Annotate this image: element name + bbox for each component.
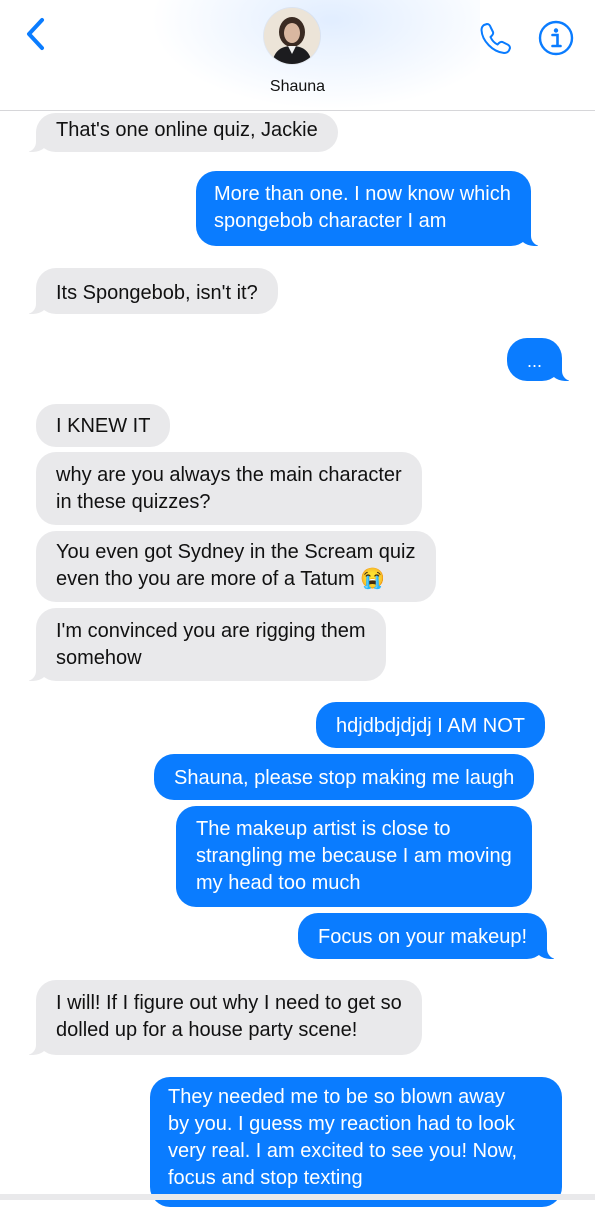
message-bubble-outgoing[interactable]: Focus on your makeup! xyxy=(298,913,557,959)
message-line: focus and stop texting xyxy=(168,1167,363,1189)
message-line: ... xyxy=(526,351,542,371)
avatar[interactable] xyxy=(264,8,320,64)
chevron-left-icon xyxy=(27,18,44,50)
message-line: More than one. I now know which xyxy=(214,183,511,205)
message-line: by you. I guess my reaction had to look xyxy=(168,1113,515,1135)
message-line: Its Spongebob, isn't it? xyxy=(56,282,258,304)
message-bubble-outgoing[interactable]: They needed me to be so blown away by yo… xyxy=(150,1077,562,1207)
message-line: somehow xyxy=(56,647,142,669)
contact-name[interactable]: Shauna xyxy=(0,78,595,96)
contact-photo xyxy=(264,8,320,64)
message-bubble-outgoing[interactable]: ... xyxy=(507,338,572,381)
message-line: in these quizzes? xyxy=(56,491,211,513)
message-line: even tho you are more of a Tatum 😭 xyxy=(56,568,386,590)
call-button[interactable] xyxy=(474,16,518,60)
back-button[interactable] xyxy=(18,14,52,54)
message-line: That's one online quiz, Jackie xyxy=(56,119,318,141)
phone-icon xyxy=(480,23,511,54)
message-bubble-outgoing[interactable]: Shauna, please stop making me laugh xyxy=(154,754,535,800)
message-line: They needed me to be so blown away xyxy=(168,1086,505,1108)
message-bubble-incoming[interactable]: why are you always the main character in… xyxy=(36,452,422,525)
message-line: dolled up for a house party scene! xyxy=(56,1019,358,1041)
bottom-edge xyxy=(0,1194,595,1200)
message-line: I KNEW IT xyxy=(56,415,151,437)
info-button[interactable] xyxy=(534,16,578,60)
message-line: my head too much xyxy=(196,872,361,894)
message-line: Focus on your makeup! xyxy=(318,926,527,948)
message-line: spongebob character I am xyxy=(214,210,447,232)
message-bubble-incoming[interactable]: That's one online quiz, Jackie xyxy=(26,113,338,152)
message-bubble-outgoing[interactable]: hdjdbdjdjdj I AM NOT xyxy=(316,702,545,748)
message-bubble-outgoing[interactable]: More than one. I now know which spongebo… xyxy=(196,171,541,246)
message-bubble-incoming[interactable]: Its Spongebob, isn't it? xyxy=(26,268,278,314)
info-icon xyxy=(538,20,574,56)
message-line: I'm convinced you are rigging them xyxy=(56,620,366,642)
conversation-header: Shauna xyxy=(0,0,595,111)
message-line: hdjdbdjdjdj I AM NOT xyxy=(336,715,525,737)
message-bubble-outgoing[interactable]: The makeup artist is close to strangling… xyxy=(176,806,532,907)
message-line: I will! If I figure out why I need to ge… xyxy=(56,992,402,1014)
message-line: Shauna, please stop making me laugh xyxy=(174,767,515,789)
message-bubble-incoming[interactable]: You even got Sydney in the Scream quiz e… xyxy=(36,531,436,602)
message-bubble-incoming[interactable]: I'm convinced you are rigging them someh… xyxy=(26,608,386,681)
message-line: You even got Sydney in the Scream quiz xyxy=(56,541,416,563)
message-line: very real. I am excited to see you! Now, xyxy=(168,1140,518,1162)
message-line: strangling me because I am moving xyxy=(196,845,512,867)
message-bubble-incoming[interactable]: I KNEW IT xyxy=(36,404,171,447)
message-line: why are you always the main character xyxy=(56,464,402,486)
message-bubble-incoming[interactable]: I will! If I figure out why I need to ge… xyxy=(26,980,422,1055)
message-line: The makeup artist is close to xyxy=(196,818,451,840)
